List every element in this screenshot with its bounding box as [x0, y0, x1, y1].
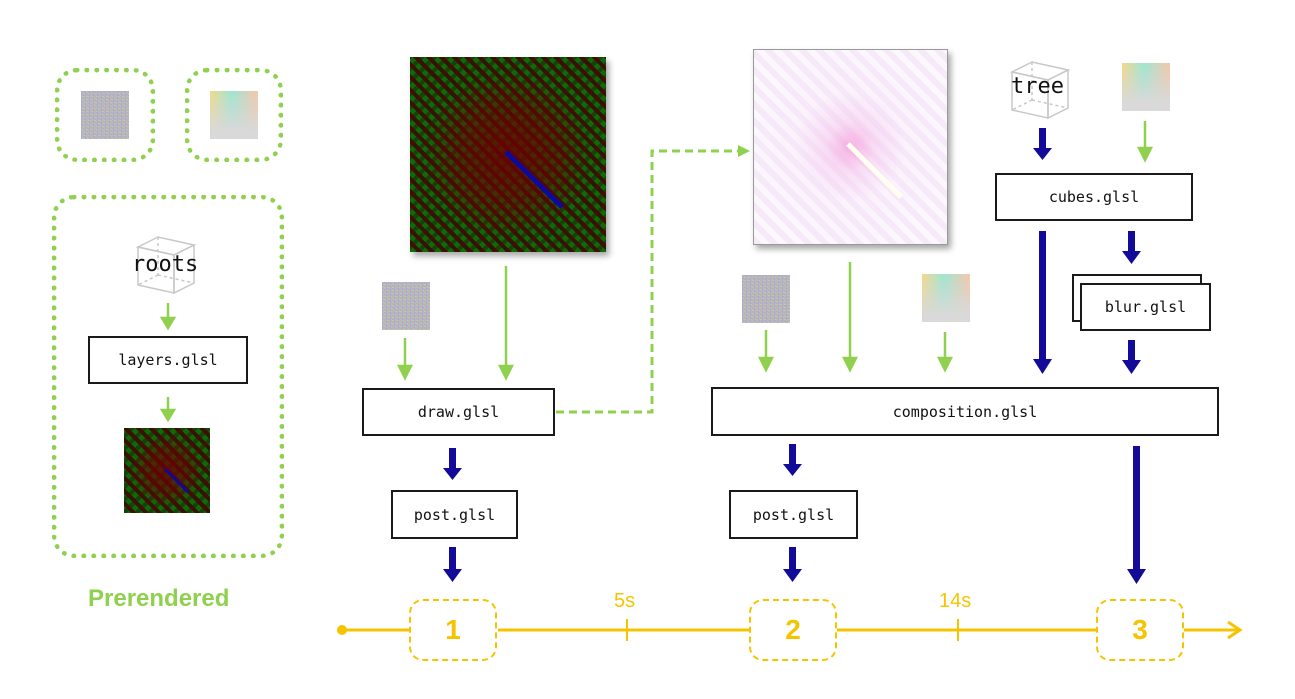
timeline-start-dot — [337, 625, 347, 635]
timeline-step-1: 1 — [409, 599, 497, 661]
timeline-step-2: 2 — [749, 599, 837, 661]
timeline-step-3: 3 — [1096, 599, 1184, 661]
tick-label-14s: 14s — [939, 590, 972, 612]
tick-label-5s: 5s — [614, 590, 636, 612]
dashed-draw-to-output — [556, 149, 740, 414]
dashed-arrowhead — [738, 145, 750, 157]
connectors — [159, 121, 1243, 641]
blue-arrows — [443, 128, 1146, 584]
green-arrows — [159, 121, 1154, 423]
